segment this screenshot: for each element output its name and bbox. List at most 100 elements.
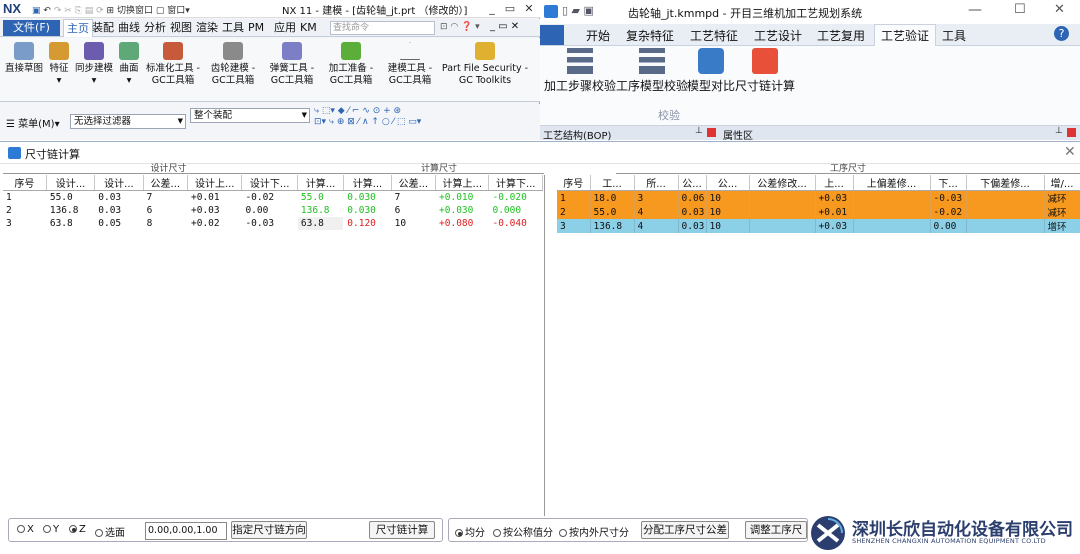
column-header[interactable]: 增/... bbox=[1044, 175, 1080, 191]
table-row[interactable]: 3 63.8 0.05 8 +0.02 -0.03 63.8 0.120 10 +0.080 -0.… bbox=[3, 216, 543, 230]
nx-tab-apps[interactable]: 应用 bbox=[271, 19, 299, 37]
snap-toolbar-icon[interactable]: ⤷ ⬚▾ ◆ ⁄ ⌐ ∿ ⊙ + ⊛ ⊡▾ ⤷ ⊕ ⊠ ⁄ ∧ ↑ ○ ⁄ ⬚ ▭… bbox=[314, 106, 421, 128]
assembly-scope-select[interactable]: 整个装配 ▼ bbox=[190, 108, 310, 123]
window-menu-button[interactable]: ▢ 窗口▾ bbox=[156, 6, 190, 16]
adjust-process-button[interactable]: 调整工序尺 bbox=[745, 521, 807, 539]
column-header[interactable]: 设计上... bbox=[187, 175, 243, 191]
table-row[interactable]: 3 136.8 4 0.03 10 +0.03 0.00 增环 bbox=[557, 219, 1080, 233]
km-tab-process-feature[interactable]: 工艺特征 bbox=[690, 27, 738, 44]
paste-icon[interactable]: ▤ bbox=[85, 6, 94, 16]
nx-close-button[interactable]: ✕ bbox=[521, 2, 537, 15]
nx-tab-tools[interactable]: 工具 bbox=[219, 19, 247, 37]
repeat-icon[interactable]: ⟳ bbox=[96, 6, 104, 16]
part-file-security-button[interactable]: Part File Security - GC Toolkits bbox=[440, 38, 530, 100]
machining-prep-button[interactable]: 加工准备 - GC工具箱 bbox=[323, 38, 379, 100]
calculate-chain-button[interactable]: 尺寸链计算 bbox=[369, 521, 435, 539]
column-header[interactable]: 计算上... bbox=[435, 175, 490, 191]
feature-button[interactable]: 特征 ▾ bbox=[47, 38, 71, 100]
column-header[interactable]: 公差... bbox=[391, 175, 437, 191]
column-header[interactable]: 序号 bbox=[3, 175, 47, 191]
nx-tab-assembly[interactable]: 装配 bbox=[89, 19, 117, 37]
model-compare-button[interactable]: 模型对比 bbox=[687, 48, 735, 94]
specify-direction-button[interactable]: 指定尺寸链方向 bbox=[231, 521, 307, 539]
column-header[interactable]: 所... bbox=[634, 175, 679, 191]
nx-file-tab[interactable]: 文件(F) bbox=[3, 20, 60, 36]
switch-window-button[interactable]: ⊞ 切换窗口 bbox=[107, 6, 153, 16]
column-header[interactable]: 下偏差修... bbox=[966, 175, 1045, 191]
km-tab-process-verify[interactable]: 工艺验证 bbox=[874, 24, 937, 47]
column-header[interactable]: 公差... bbox=[143, 175, 189, 191]
select-face-radio[interactable]: 选面 bbox=[95, 524, 125, 539]
table-row[interactable]: 2 136.8 0.03 6 +0.03 0.00 136.8 0.030 6 +0.030 0.0… bbox=[3, 204, 543, 217]
column-header[interactable]: 工... bbox=[590, 175, 635, 191]
equal-split-radio[interactable]: 均分 bbox=[455, 524, 485, 539]
undo-icon[interactable]: ↶ bbox=[43, 6, 51, 16]
surface-button[interactable]: 曲面 ▾ bbox=[117, 38, 141, 100]
property-pin-icon[interactable]: ⊥ bbox=[1055, 126, 1063, 136]
modeling-tools-button[interactable]: 建模工具 - GC工具箱 bbox=[382, 38, 438, 100]
cut-icon[interactable]: ✂ bbox=[64, 6, 72, 16]
column-header[interactable]: 计算... bbox=[297, 175, 345, 191]
km-tab-start[interactable]: 开始 bbox=[586, 27, 610, 44]
column-header[interactable]: 下... bbox=[930, 175, 967, 191]
step-verify-button[interactable]: 加工步骤校验 bbox=[544, 48, 616, 94]
sync-modeling-button[interactable]: 同步建模 ▾ bbox=[73, 38, 115, 100]
nx-doc-controls[interactable]: _ ▭ ✕ bbox=[490, 21, 519, 32]
km-help-icon[interactable]: ? bbox=[1054, 26, 1069, 41]
axis-x-radio[interactable]: X bbox=[17, 524, 34, 535]
column-header[interactable]: 公... bbox=[706, 175, 750, 191]
spring-tools-button[interactable]: 弹簧工具 - GC工具箱 bbox=[264, 38, 320, 100]
menu-button[interactable]: ☰ 菜单(M)▾ bbox=[6, 115, 60, 130]
direct-sketch-button[interactable]: 直接草图 bbox=[3, 38, 45, 100]
redo-icon[interactable]: ↷ bbox=[54, 6, 62, 16]
nx-tab-render[interactable]: 渲染 bbox=[193, 19, 221, 37]
help-icon[interactable]: ⊡ ◠ ❓ ▾ bbox=[440, 22, 480, 32]
nx-minimize-button[interactable]: _ bbox=[484, 2, 500, 15]
table-row[interactable]: 1 18.0 3 0.06 10 +0.03 -0.03 减环 bbox=[557, 190, 1080, 205]
km-maximize-button[interactable]: ☐ bbox=[1014, 2, 1026, 17]
column-header[interactable]: 上... bbox=[815, 175, 854, 191]
km-close-button[interactable]: ✕ bbox=[1054, 2, 1065, 17]
tolerance-split-radio[interactable]: 按内外尺寸分 bbox=[559, 524, 629, 539]
km-quick-icons[interactable]: ▯ ▰ ▣ bbox=[562, 4, 594, 17]
dialog-close-icon[interactable]: ✕ bbox=[1064, 144, 1076, 160]
selection-filter-select[interactable]: 无选择过滤器 ▼ bbox=[70, 114, 186, 129]
km-minimize-button[interactable]: — bbox=[968, 2, 982, 18]
nx-command-search[interactable]: 查找命令 bbox=[330, 21, 435, 35]
gear-modeling-button[interactable]: 齿轮建模 - GC工具箱 bbox=[205, 38, 261, 100]
bop-pin-icon[interactable]: ⊥ bbox=[695, 126, 703, 136]
standard-tools-button[interactable]: 标准化工具 - GC工具箱 bbox=[142, 38, 204, 100]
nominal-split-radio[interactable]: 按公称值分 bbox=[493, 524, 553, 539]
column-header[interactable]: 序号 bbox=[557, 175, 591, 191]
operation-model-verify-button[interactable]: 工序模型校验 bbox=[616, 48, 688, 94]
allocate-tolerance-button[interactable]: 分配工序尺寸公差 bbox=[641, 521, 729, 539]
nx-tab-km[interactable]: KM bbox=[297, 19, 320, 37]
km-app-menu-button[interactable] bbox=[540, 25, 564, 45]
column-header[interactable]: 上偏差修... bbox=[853, 175, 931, 191]
column-header[interactable]: 计算下... bbox=[488, 175, 543, 191]
km-tab-process-design[interactable]: 工艺设计 bbox=[754, 27, 802, 44]
table-row[interactable]: 1 55.0 0.03 7 +0.01 -0.02 55.0 0.030 7 +0.010 -0.0… bbox=[3, 191, 543, 204]
nx-tab-view[interactable]: 视图 bbox=[167, 19, 195, 37]
nx-restore-button[interactable]: ▭ bbox=[502, 2, 518, 15]
axis-y-radio[interactable]: Y bbox=[43, 524, 59, 535]
axis-z-radio[interactable]: Z bbox=[69, 524, 86, 535]
save-icon[interactable]: ▣ bbox=[32, 6, 41, 16]
property-close-icon[interactable] bbox=[1067, 128, 1076, 137]
direction-vector-field[interactable]: 0.00,0.00,1.00 bbox=[145, 522, 227, 540]
column-header[interactable]: 设计下... bbox=[241, 175, 298, 191]
column-header[interactable]: 公差修改... bbox=[749, 175, 816, 191]
nx-tab-analysis[interactable]: 分析 bbox=[141, 19, 169, 37]
bop-close-icon[interactable] bbox=[707, 128, 716, 137]
nx-tab-curve[interactable]: 曲线 bbox=[115, 19, 143, 37]
column-header[interactable]: 计算... bbox=[343, 175, 392, 191]
table-row[interactable]: 2 55.0 4 0.03 10 +0.01 -0.02 减环 bbox=[557, 205, 1080, 219]
nx-tab-pm[interactable]: PM bbox=[245, 19, 267, 37]
column-header[interactable]: 公... bbox=[678, 175, 707, 191]
km-tab-complex-feature[interactable]: 复杂特征 bbox=[626, 27, 674, 44]
column-header[interactable]: 设计... bbox=[46, 175, 96, 191]
km-tab-process-reuse[interactable]: 工艺复用 bbox=[817, 27, 865, 44]
copy-icon[interactable]: ⎘ bbox=[75, 6, 82, 16]
column-header[interactable]: 设计... bbox=[94, 175, 144, 191]
dimension-chain-button[interactable]: 尺寸链计算 bbox=[735, 48, 795, 94]
